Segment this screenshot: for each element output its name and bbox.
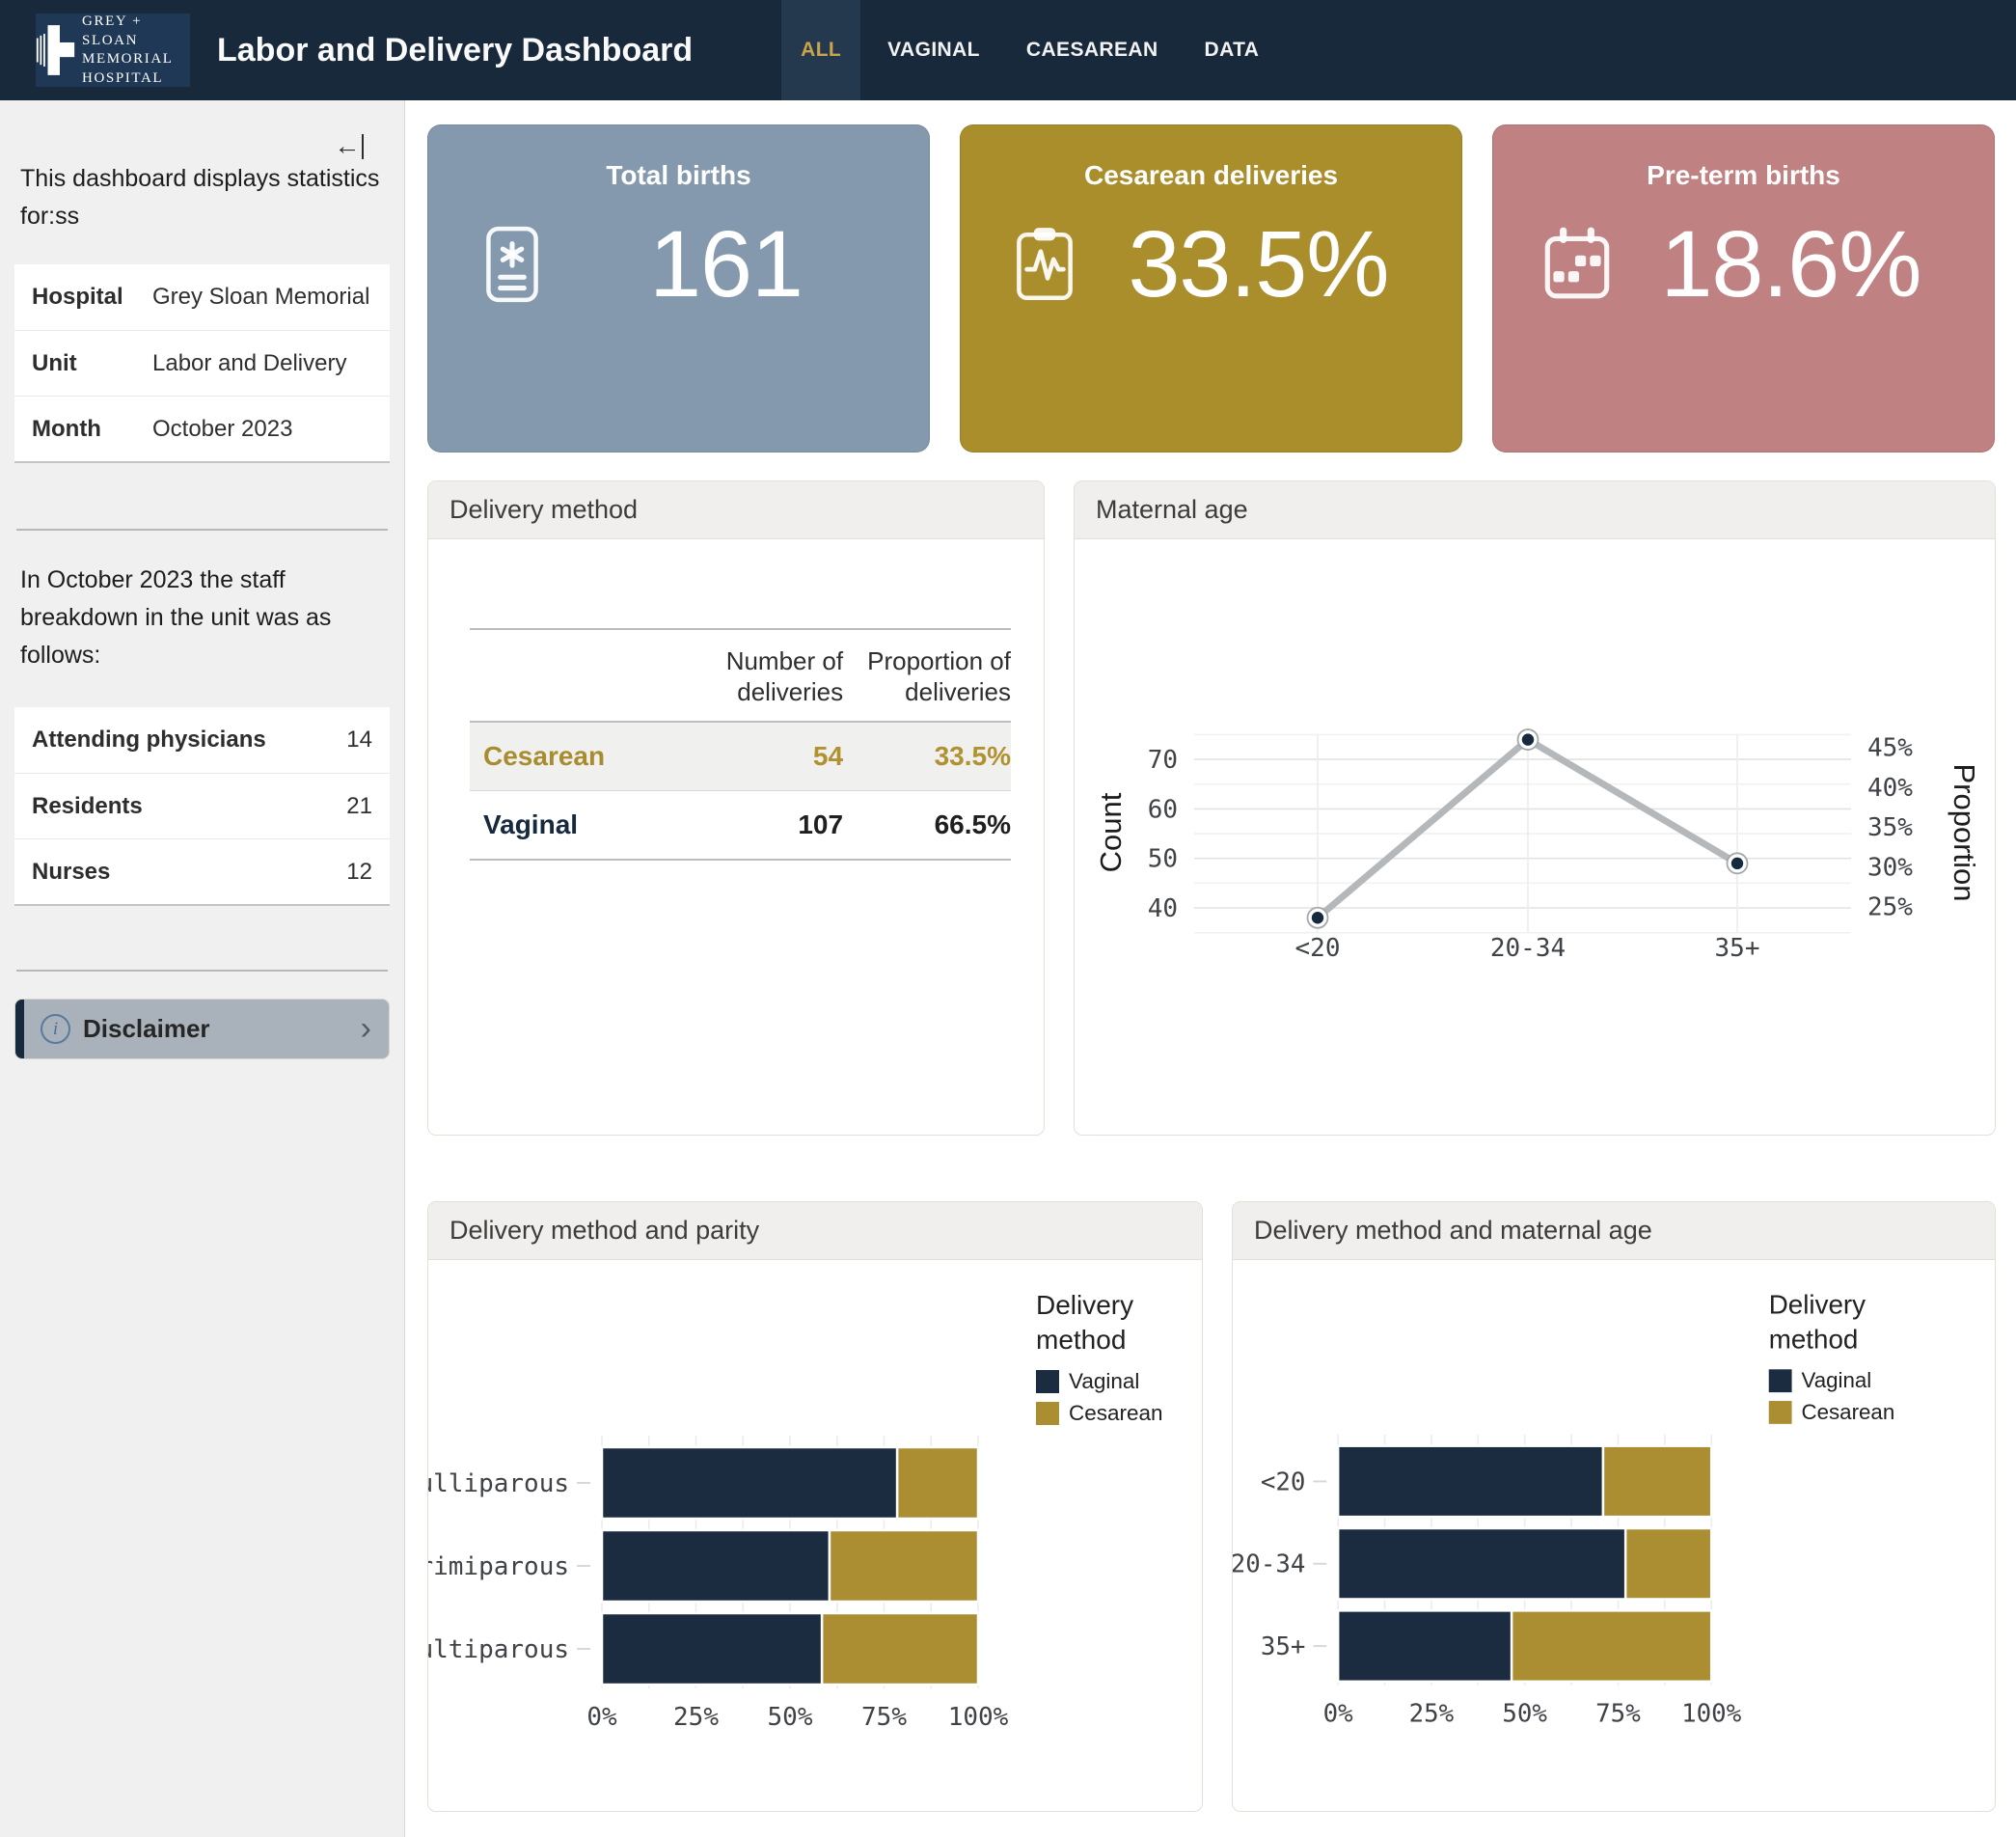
info-row-hospital: Hospital Grey Sloan Memorial [14, 264, 390, 330]
nav-tabs: ALL VAGINAL CAESAREAN DATA [781, 0, 1286, 100]
hospital-logo: GREY + SLOAN MEMORIAL HOSPITAL [36, 14, 190, 87]
svg-text:Vaginal: Vaginal [1069, 1369, 1139, 1393]
clipboard-pulse-icon [1005, 223, 1084, 306]
panel-title: Delivery method and parity [428, 1202, 1202, 1260]
tab-all[interactable]: ALL [781, 0, 860, 100]
svg-text:70: 70 [1148, 746, 1178, 775]
svg-text:Count: Count [1094, 792, 1128, 872]
svg-text:Cesarean: Cesarean [1069, 1401, 1163, 1425]
tab-vaginal[interactable]: VAGINAL [868, 0, 999, 100]
hospital-cross-icon [36, 20, 75, 80]
info-row-unit: Unit Labor and Delivery [14, 330, 390, 396]
birth-certificate-icon [473, 223, 552, 306]
svg-text:50%: 50% [768, 1703, 813, 1732]
svg-text:45%: 45% [1867, 734, 1913, 763]
kpi-card-cesarean: Cesarean deliveries 33.5% [960, 124, 1462, 452]
maternal-age-line-chart: 40 50 60 70 25% 30% 35% 40% 45% <20 20-34 35+ Count P… [1075, 543, 1991, 1135]
svg-text:75%: 75% [861, 1703, 907, 1732]
svg-text:Proportion: Proportion [1948, 763, 1981, 901]
svg-text:40%: 40% [1867, 774, 1913, 803]
app-header: GREY + SLOAN MEMORIAL HOSPITAL Labor and… [0, 0, 2016, 100]
disclaimer-button[interactable]: i Disclaimer › [14, 999, 390, 1059]
kpi-card-total-births: Total births [427, 124, 930, 452]
sidebar-divider [16, 529, 388, 531]
svg-text:method: method [1036, 1325, 1126, 1355]
svg-text:20-34: 20-34 [1490, 934, 1566, 963]
svg-text:Delivery: Delivery [1769, 1290, 1866, 1320]
info-icon: i [41, 1014, 70, 1044]
svg-text:Delivery: Delivery [1036, 1290, 1133, 1320]
delivery-maternal-age-stacked-bar-chart: <20 20-34 35+ 0% 25% 50% 75% 100% Delivery method… [1233, 1264, 1989, 1800]
svg-text:Primiparous: Primiparous [428, 1552, 569, 1581]
panel-title: Maternal age [1075, 481, 1995, 539]
staff-row-attending: Attending physicians 14 [14, 707, 390, 773]
svg-text:0%: 0% [1323, 1699, 1354, 1728]
tab-caesarean[interactable]: CAESAREAN [1007, 0, 1178, 100]
staff-table: Attending physicians 14 Residents 21 Nur… [14, 707, 390, 906]
svg-text:25%: 25% [1409, 1699, 1455, 1728]
svg-text:<20: <20 [1295, 934, 1341, 963]
panel-maternal-age: Maternal age 40 50 60 70 25% 30% 35% 40% 45% <20 2… [1074, 480, 1996, 1136]
svg-text:Vaginal: Vaginal [1801, 1368, 1871, 1392]
svg-text:0%: 0% [586, 1703, 617, 1732]
svg-text:25%: 25% [673, 1703, 719, 1732]
kpi-cards-row: Total births [427, 124, 2016, 452]
kpi-title: Total births [428, 160, 929, 191]
delivery-method-table: Number of deliveries Proportion of deliv… [470, 628, 1011, 861]
info-row-month: Month October 2023 [14, 396, 390, 461]
svg-text:<20: <20 [1261, 1467, 1306, 1496]
disclaimer-label: Disclaimer [83, 1014, 210, 1044]
table-header-blank [470, 629, 675, 722]
staff-intro-text: In October 2023 the staff breakdown in t… [14, 562, 390, 674]
svg-text:35+: 35+ [1261, 1632, 1306, 1661]
svg-text:100%: 100% [948, 1703, 1009, 1732]
table-row-cesarean: Cesarean 54 33.5% [470, 722, 1011, 791]
hospital-logo-text: GREY + SLOAN MEMORIAL HOSPITAL [82, 13, 190, 88]
svg-text:75%: 75% [1595, 1699, 1641, 1728]
hospital-info-table: Hospital Grey Sloan Memorial Unit Labor … [14, 264, 390, 463]
sidebar-collapse-icon[interactable]: ← [335, 133, 365, 159]
calendar-icon [1538, 223, 1617, 306]
chevron-right-icon: › [361, 1010, 371, 1048]
kpi-value: 18.6% [1617, 210, 1965, 318]
sidebar-divider-2 [16, 970, 388, 972]
table-row-vaginal: Vaginal 107 66.5% [470, 791, 1011, 861]
svg-text:35+: 35+ [1715, 934, 1760, 963]
tab-data[interactable]: DATA [1185, 0, 1279, 100]
kpi-card-preterm: Pre-term births [1492, 124, 1995, 452]
panel-title: Delivery method and maternal age [1233, 1202, 1995, 1260]
svg-text:20-34: 20-34 [1233, 1550, 1305, 1579]
table-header-number: Number of deliveries [675, 629, 843, 722]
svg-text:Multiparous: Multiparous [428, 1635, 569, 1664]
svg-text:Nulliparous: Nulliparous [428, 1469, 569, 1498]
sidebar: ← This dashboard displays statistics for… [0, 100, 405, 1837]
kpi-title: Cesarean deliveries [961, 160, 1461, 191]
svg-text:40: 40 [1148, 894, 1178, 923]
staff-row-residents: Residents 21 [14, 773, 390, 838]
svg-text:35%: 35% [1867, 813, 1913, 842]
svg-text:100%: 100% [1681, 1699, 1742, 1728]
panel-title: Delivery method [428, 481, 1044, 539]
kpi-value: 33.5% [1084, 210, 1432, 318]
svg-text:50%: 50% [1502, 1699, 1547, 1728]
staff-row-nurses: Nurses 12 [14, 838, 390, 904]
page-title: Labor and Delivery Dashboard [217, 32, 693, 69]
sidebar-intro-text: This dashboard displays statistics for:s… [14, 160, 390, 235]
delivery-parity-stacked-bar-chart: Nulliparous Primiparous Multiparous 0% 25% 50… [428, 1264, 1190, 1804]
table-header-proportion: Proportion of deliveries [843, 629, 1011, 722]
svg-text:25%: 25% [1867, 893, 1913, 922]
svg-text:method: method [1769, 1324, 1859, 1354]
svg-text:Cesarean: Cesarean [1801, 1400, 1894, 1424]
svg-text:50: 50 [1148, 845, 1178, 874]
kpi-title: Pre-term births [1493, 160, 1994, 191]
kpi-value: 161 [552, 210, 900, 318]
svg-text:30%: 30% [1867, 853, 1913, 882]
panel-delivery-maternal-age: Delivery method and maternal age <20 20-3… [1232, 1201, 1996, 1812]
panel-delivery-parity: Delivery method and parity Nulliparous Pr… [427, 1201, 1203, 1812]
main-content: Total births [405, 100, 2016, 1837]
panel-delivery-method: Delivery method Number of deliveries Pro… [427, 480, 1045, 1136]
svg-text:60: 60 [1148, 795, 1178, 824]
